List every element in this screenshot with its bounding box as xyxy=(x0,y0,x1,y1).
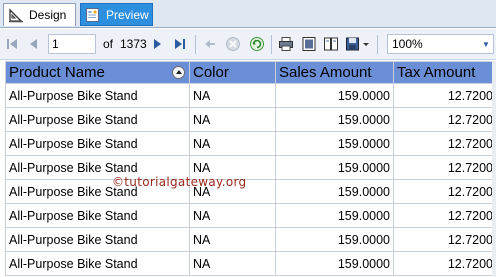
toolbar-separator xyxy=(377,35,378,54)
back-icon[interactable] xyxy=(203,36,217,52)
zoom-select[interactable]: 100% ▼ xyxy=(387,34,494,54)
sort-icon[interactable] xyxy=(172,66,185,79)
tax-amount-cell: 12.7200 xyxy=(393,227,496,252)
product-name-cell: All-Purpose Bike Stand xyxy=(5,251,190,276)
toolbar-separator xyxy=(195,35,196,54)
toolbar-separator xyxy=(271,35,272,54)
last-page-icon[interactable] xyxy=(173,36,187,52)
report-toolbar: 1 of 1373 100% ▼ xyxy=(0,29,496,60)
product-name-cell: All-Purpose Bike Stand xyxy=(5,107,190,132)
table-row: All-Purpose Bike Stand NA 159.0000 12.72… xyxy=(5,251,496,276)
stop-icon[interactable] xyxy=(225,36,241,52)
sales-amount-cell: 159.0000 xyxy=(275,155,394,180)
tax-amount-cell: 12.7200 xyxy=(393,155,496,180)
page-setup-icon[interactable] xyxy=(323,36,339,52)
tax-amount-cell: 12.7200 xyxy=(393,179,496,204)
refresh-icon[interactable] xyxy=(249,36,265,52)
preview-icon xyxy=(85,7,101,23)
table-header-row: Product Name Color Sales Amount Tax Amou… xyxy=(5,61,496,84)
tax-amount-cell: 12.7200 xyxy=(393,203,496,228)
sales-amount-cell: 159.0000 xyxy=(275,227,394,252)
product-name-cell: All-Purpose Bike Stand xyxy=(5,203,190,228)
page-of-label: of xyxy=(103,37,114,51)
table-row: All-Purpose Bike Stand NA 159.0000 12.72… xyxy=(5,131,496,156)
sales-amount-cell: 159.0000 xyxy=(275,83,394,108)
current-page-input[interactable]: 1 xyxy=(48,34,96,54)
export-icon[interactable] xyxy=(345,36,361,52)
vertical-scrollbar[interactable] xyxy=(492,61,496,277)
table-row: All-Purpose Bike Stand NA 159.0000 12.72… xyxy=(5,107,496,132)
report-table: Product Name Color Sales Amount Tax Amou… xyxy=(5,61,496,276)
tab-preview-label: Preview xyxy=(106,7,149,22)
tab-design-label: Design xyxy=(29,8,67,22)
tax-amount-cell: 12.7200 xyxy=(393,107,496,132)
table-row: All-Purpose Bike Stand NA 159.0000 12.72… xyxy=(5,155,496,180)
sales-amount-cell: 159.0000 xyxy=(275,179,394,204)
color-cell: NA xyxy=(189,107,276,132)
tab-design[interactable]: Design xyxy=(3,3,76,26)
print-layout-icon[interactable] xyxy=(301,36,317,52)
column-header-color: Color xyxy=(189,61,276,84)
column-header-label: Product Name xyxy=(9,64,105,81)
color-cell: NA xyxy=(189,227,276,252)
product-name-cell: All-Purpose Bike Stand xyxy=(5,83,190,108)
report-table-container: Product Name Color Sales Amount Tax Amou… xyxy=(5,61,496,276)
sales-amount-cell: 159.0000 xyxy=(275,131,394,156)
column-header-product-name[interactable]: Product Name xyxy=(5,61,190,84)
design-icon xyxy=(8,7,24,23)
table-row: All-Purpose Bike Stand NA 159.0000 12.72… xyxy=(5,83,496,108)
product-name-cell: All-Purpose Bike Stand xyxy=(5,131,190,156)
next-page-icon[interactable] xyxy=(152,36,164,52)
watermark: ©tutorialgateway.org xyxy=(112,175,247,189)
tax-amount-cell: 12.7200 xyxy=(393,251,496,276)
tax-amount-cell: 12.7200 xyxy=(393,131,496,156)
tax-amount-cell: 12.7200 xyxy=(393,83,496,108)
print-icon[interactable] xyxy=(278,36,294,52)
chevron-down-icon[interactable]: ▼ xyxy=(479,35,493,53)
product-name-cell: All-Purpose Bike Stand xyxy=(5,227,190,252)
sales-amount-cell: 159.0000 xyxy=(275,251,394,276)
previous-page-icon[interactable] xyxy=(27,36,39,52)
color-cell: NA xyxy=(189,203,276,228)
tab-strip: Design Preview xyxy=(0,0,496,28)
sales-amount-cell: 159.0000 xyxy=(275,107,394,132)
column-header-sales-amount: Sales Amount xyxy=(275,61,394,84)
color-cell: NA xyxy=(189,131,276,156)
color-cell: NA xyxy=(189,251,276,276)
column-header-tax-amount: Tax Amount xyxy=(393,61,496,84)
tab-preview[interactable]: Preview xyxy=(80,3,153,26)
total-pages: 1373 xyxy=(120,37,147,51)
zoom-value: 100% xyxy=(392,37,423,51)
sales-amount-cell: 159.0000 xyxy=(275,203,394,228)
first-page-icon[interactable] xyxy=(5,36,19,52)
table-row: All-Purpose Bike Stand NA 159.0000 12.72… xyxy=(5,179,496,204)
chevron-down-icon[interactable] xyxy=(362,36,370,52)
color-cell: NA xyxy=(189,83,276,108)
table-row: All-Purpose Bike Stand NA 159.0000 12.72… xyxy=(5,203,496,228)
table-row: All-Purpose Bike Stand NA 159.0000 12.72… xyxy=(5,227,496,252)
